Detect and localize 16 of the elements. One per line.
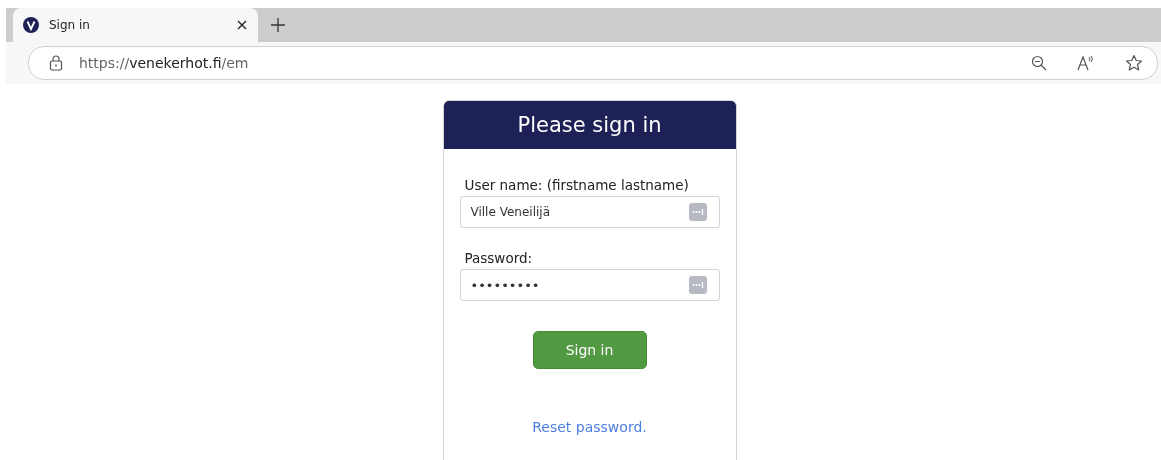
- username-field[interactable]: Ville Veneilijä: [459, 196, 720, 228]
- favorite-star-icon[interactable]: [1125, 54, 1143, 72]
- new-tab-icon[interactable]: [270, 17, 286, 33]
- field-label: User name: (firstname lastname): [463, 177, 690, 193]
- read-aloud-icon[interactable]: [1077, 55, 1095, 71]
- card-title: Please sign in: [517, 113, 662, 137]
- url-text: https://venekerhot.fi/em: [79, 55, 249, 71]
- favicon-icon: [23, 17, 39, 33]
- field-label: Password:: [463, 250, 534, 266]
- lock-icon: [49, 55, 63, 71]
- password-field[interactable]: •••••••••: [459, 269, 720, 301]
- browser-tab[interactable]: Sign in: [13, 8, 258, 42]
- close-icon[interactable]: [236, 19, 248, 31]
- reset-password-link[interactable]: Reset password.: [532, 419, 647, 435]
- zoom-out-icon[interactable]: [1031, 55, 1047, 71]
- address-bar[interactable]: https://venekerhot.fi/em: [28, 46, 1158, 80]
